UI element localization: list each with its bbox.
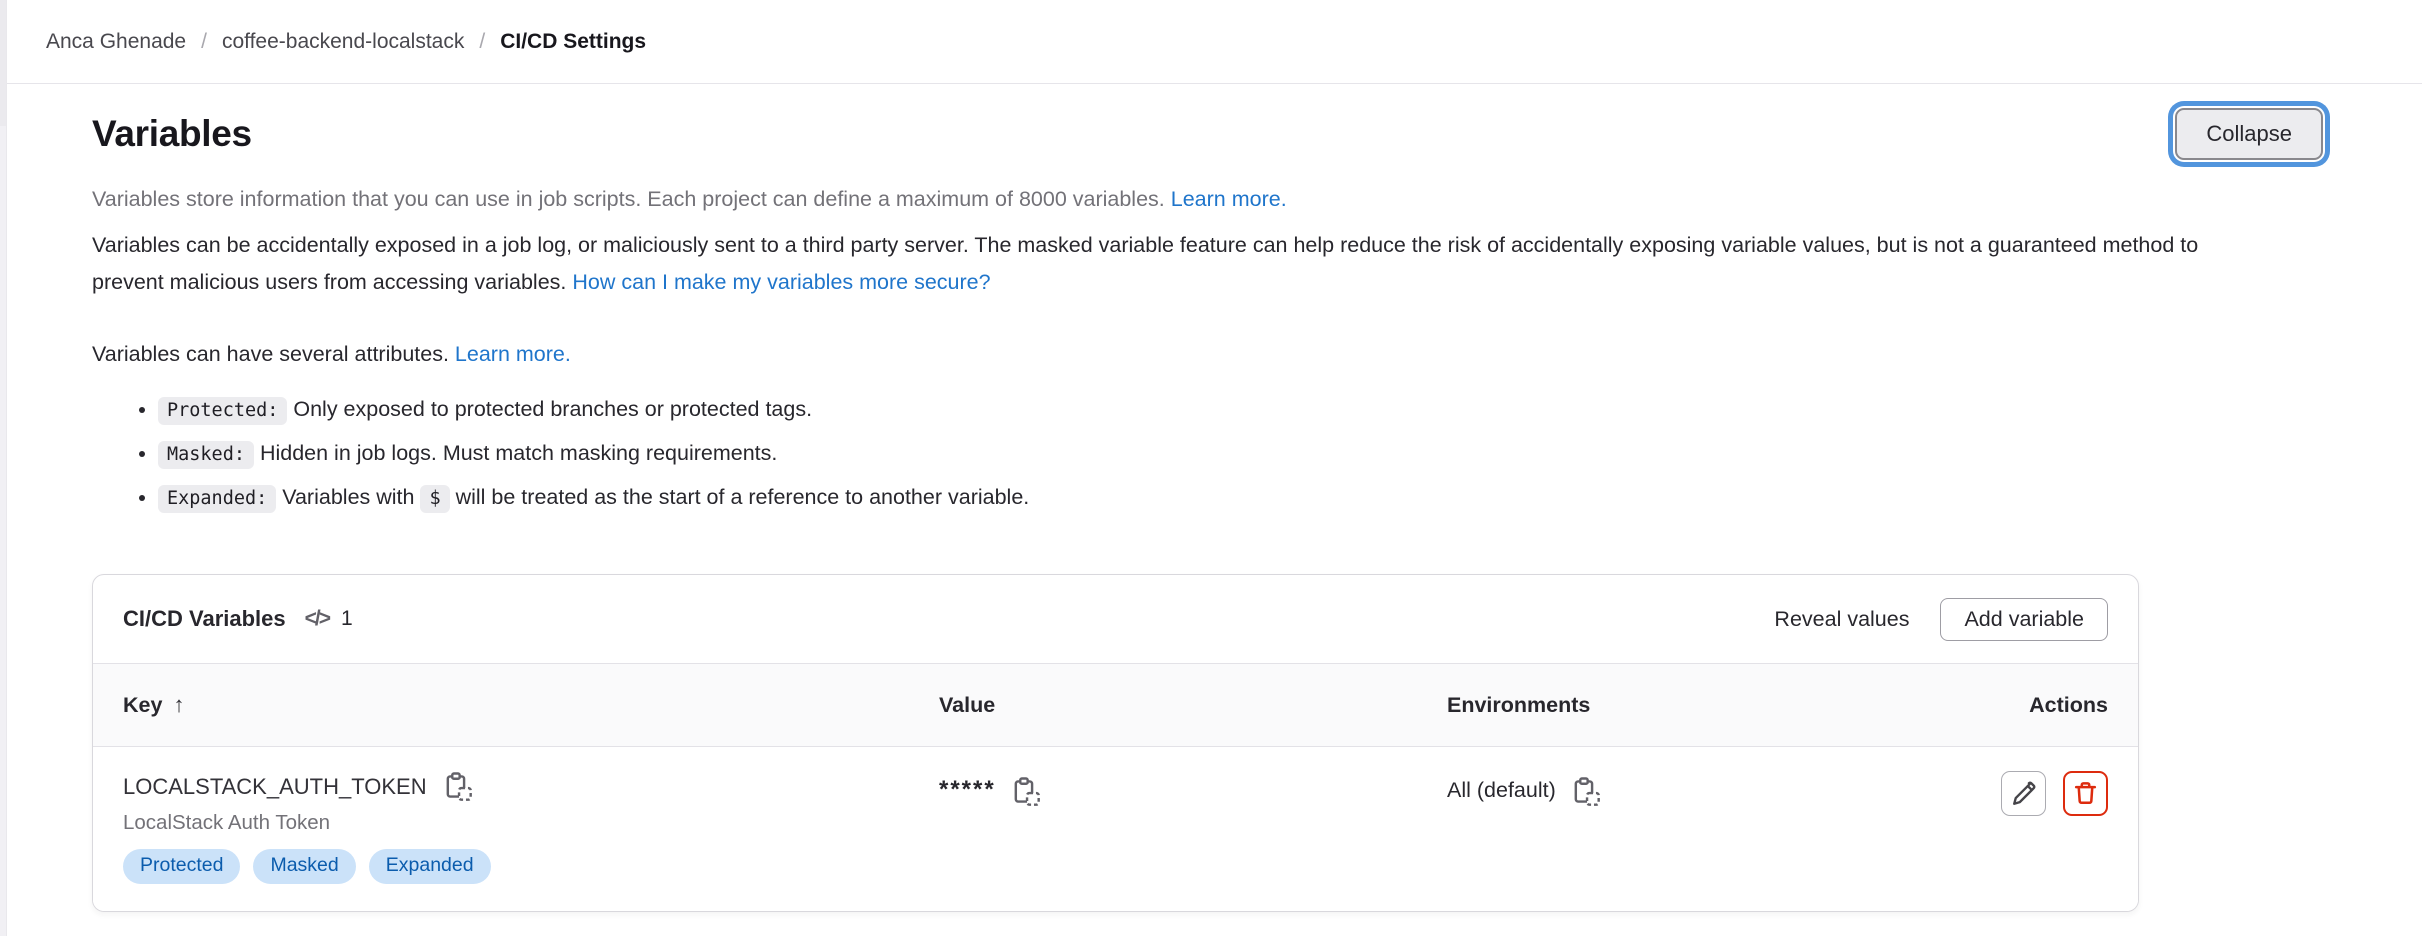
- key-line: LOCALSTACK_AUTH_TOKEN: [123, 771, 939, 802]
- trash-icon: [2072, 780, 2099, 807]
- add-variable-button[interactable]: Add variable: [1940, 598, 2108, 641]
- delete-variable-button[interactable]: [2063, 771, 2108, 816]
- variable-environments: All (default): [1447, 776, 1556, 804]
- breadcrumb-current-page: CI/CD Settings: [500, 30, 646, 54]
- key-header-label: Key: [123, 693, 162, 718]
- breadcrumb: Anca Ghenade / coffee-backend-localstack…: [0, 0, 2422, 84]
- intro-learn-more-link[interactable]: Learn more.: [1171, 187, 1287, 211]
- collapse-button[interactable]: Collapse: [2175, 108, 2323, 160]
- pencil-icon: [2010, 780, 2037, 807]
- protected-code-chip: Protected:: [158, 397, 287, 425]
- dollar-code-chip: $: [420, 485, 449, 513]
- actions-cell: [2001, 771, 2108, 884]
- intro-paragraph: Variables store information that you can…: [92, 187, 2330, 212]
- sidebar-edge: [0, 0, 7, 936]
- column-header-actions: Actions: [2029, 693, 2108, 718]
- expanded-description-end: will be treated as the start of a refere…: [456, 485, 1030, 509]
- breadcrumb-separator: /: [201, 30, 207, 54]
- copy-icon: [442, 771, 473, 802]
- protected-badge: Protected: [123, 849, 240, 884]
- masked-code-chip: Masked:: [158, 441, 254, 469]
- breadcrumb-project-link[interactable]: coffee-backend-localstack: [222, 30, 464, 54]
- sort-ascending-icon: ↑: [173, 692, 184, 718]
- breadcrumb-group-link[interactable]: Anca Ghenade: [46, 30, 186, 54]
- column-header-value: Value: [939, 693, 1447, 718]
- reveal-values-button[interactable]: Reveal values: [1774, 607, 1909, 632]
- table-row: LOCALSTACK_AUTH_TOKEN LocalStack Auth To…: [93, 747, 2138, 911]
- card-title: CI/CD Variables: [123, 606, 286, 632]
- intro-text: Variables store information that you can…: [92, 187, 1165, 211]
- variables-card-header: CI/CD Variables </> 1 Reveal values Add …: [93, 575, 2138, 663]
- gitlab-ci-cd-settings-page: Anca Ghenade / coffee-backend-localstack…: [0, 0, 2422, 936]
- attributes-learn-more-link[interactable]: Learn more.: [455, 342, 571, 366]
- variable-value-masked: *****: [939, 776, 996, 804]
- environments-cell: All (default): [1447, 771, 1955, 884]
- variable-description: LocalStack Auth Token: [123, 811, 939, 835]
- settings-content: Variables Collapse Variables store infor…: [0, 108, 2422, 936]
- attributes-list: Protected: Only exposed to protected bra…: [92, 394, 2330, 514]
- column-header-environments: Environments: [1447, 693, 1955, 718]
- variables-count: 1: [341, 607, 353, 631]
- copy-icon: [1010, 776, 1041, 807]
- masked-description: Hidden in job logs. Must match masking r…: [260, 441, 777, 465]
- page-title: Variables: [92, 113, 252, 155]
- attributes-intro-text: Variables can have several attributes.: [92, 342, 449, 366]
- value-cell: *****: [939, 771, 1447, 884]
- sidebar-edge-top: [0, 0, 6, 126]
- copy-environments-button[interactable]: [1570, 776, 1601, 807]
- variable-key: LOCALSTACK_AUTH_TOKEN: [123, 774, 427, 800]
- ci-cd-variables-card: CI/CD Variables </> 1 Reveal values Add …: [92, 574, 2139, 912]
- key-cell: LOCALSTACK_AUTH_TOKEN LocalStack Auth To…: [123, 771, 939, 884]
- copy-icon: [1570, 776, 1601, 807]
- copy-key-button[interactable]: [442, 771, 473, 802]
- card-header-actions: Reveal values Add variable: [1774, 598, 2108, 641]
- masked-badge: Masked: [253, 849, 355, 884]
- table-header-row: Key ↑ Value Environments Actions: [93, 663, 2138, 747]
- expanded-code-chip: Expanded:: [158, 485, 276, 513]
- edit-variable-button[interactable]: [2001, 771, 2046, 816]
- section-header: Variables Collapse: [92, 108, 2330, 160]
- warning-text: Variables can be accidentally exposed in…: [92, 233, 2198, 294]
- breadcrumb-separator: /: [479, 30, 485, 54]
- warning-paragraph: Variables can be accidentally exposed in…: [92, 227, 2242, 301]
- list-item-protected: Protected: Only exposed to protected bra…: [158, 394, 2330, 426]
- expanded-description-start: Variables with: [282, 485, 414, 509]
- list-item-masked: Masked: Hidden in job logs. Must match m…: [158, 438, 2330, 470]
- list-item-expanded: Expanded: Variables with $ will be treat…: [158, 482, 2330, 514]
- protected-description: Only exposed to protected branches or pr…: [293, 397, 812, 421]
- variables-secure-link[interactable]: How can I make my variables more secure?: [572, 270, 990, 294]
- copy-value-button[interactable]: [1010, 776, 1041, 807]
- expanded-badge: Expanded: [369, 849, 491, 884]
- column-header-key[interactable]: Key ↑: [123, 692, 939, 718]
- attribute-badges: Protected Masked Expanded: [123, 849, 939, 884]
- code-icon: </>: [305, 607, 329, 631]
- attributes-intro-paragraph: Variables can have several attributes. L…: [92, 342, 2330, 367]
